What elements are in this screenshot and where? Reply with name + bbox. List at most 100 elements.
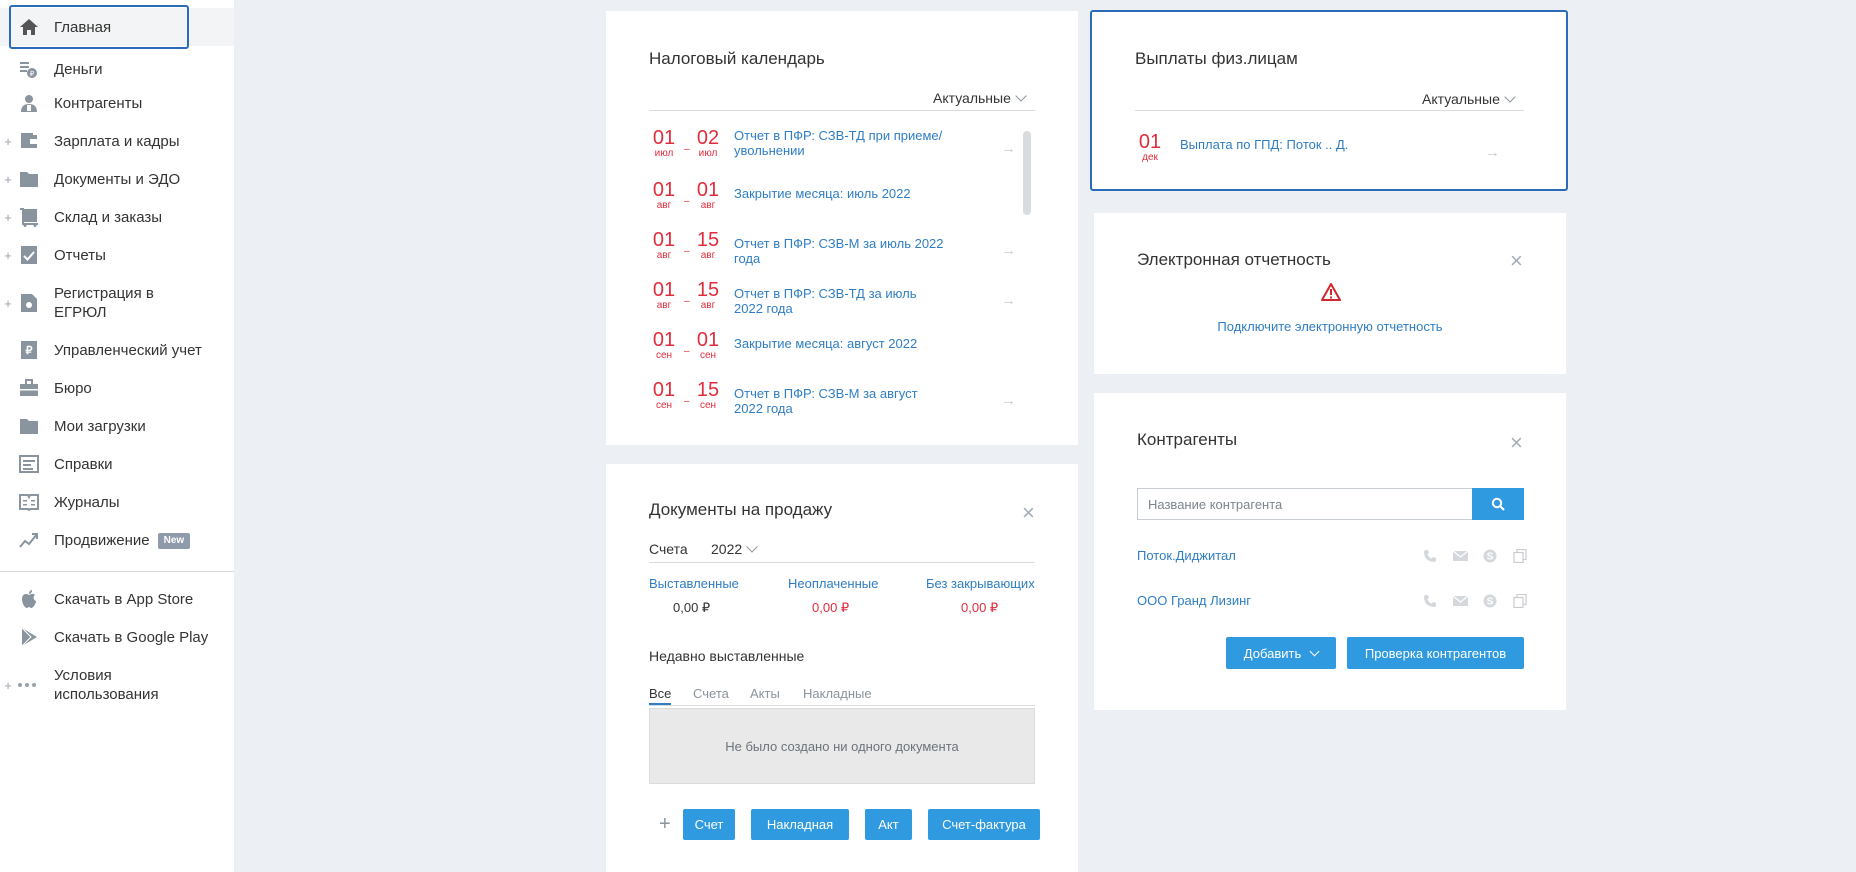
search-button[interactable] [1472,488,1524,520]
add-counterparty-button[interactable]: Добавить [1226,637,1336,669]
arrow-right-icon[interactable]: → [1001,140,1016,157]
sidebar-item-bureau[interactable]: Бюро [0,373,234,403]
expand-icon[interactable]: + [3,248,13,263]
mail-icon[interactable] [1452,548,1468,564]
tax-event-link[interactable]: Отчет в ПФР: СЗВ-ТД при приеме/увольнени… [734,128,944,158]
sidebar-divider [0,571,234,572]
empty-text: Не было создано ни одного документа [725,738,959,754]
connect-e-reporting-link[interactable]: Подключите электронную отчетность [1094,319,1566,334]
tab-invoices[interactable]: Счета [693,686,729,701]
sidebar-item-references[interactable]: Справки [0,449,234,479]
google-play-icon [18,626,40,648]
event-start-date: 01 авг [652,179,676,211]
without-closing-link[interactable]: Без закрывающих [926,576,1035,591]
sidebar-item-label: Продвижение [54,531,150,549]
close-icon[interactable]: × [1510,432,1523,454]
arrow-right-icon[interactable]: → [1001,242,1016,259]
tax-event-link[interactable]: Отчет в ПФР: СЗВ-ТД за июль 2022 года [734,286,944,316]
scrollbar[interactable] [1023,131,1031,215]
copy-icon[interactable] [1512,593,1528,609]
tax-event-link[interactable]: Закрытие месяца: август 2022 [734,336,944,351]
sidebar-item-app-store[interactable]: Скачать в App Store [0,584,234,614]
check-counterparties-button[interactable]: Проверка контрагентов [1347,637,1524,669]
folder-icon [18,168,40,190]
sidebar-item-label: Регистрация в [54,285,154,302]
event-start-date: 01 сен [652,379,676,411]
registration-icon [18,292,40,314]
expand-icon[interactable]: + [3,172,13,187]
mail-icon[interactable] [1452,593,1468,609]
tax-event-row[interactable]: 01 сен –01 сен Закрытие месяца: август 2022 [649,330,1019,380]
expand-icon[interactable]: + [3,296,13,311]
sidebar-item-salary[interactable]: + Зарплата и кадры [0,126,234,156]
payment-link[interactable]: Выплата по ГПД: Поток .. Д. [1180,137,1420,152]
sidebar-item-terms[interactable]: + Условия использования [0,664,234,706]
phone-icon[interactable] [1422,548,1438,564]
actual-filter-dropdown[interactable]: Актуальные [933,90,1027,106]
arrow-right-icon[interactable]: → [1001,392,1016,409]
create-invoice-button[interactable]: Счет [683,809,735,840]
tab-all[interactable]: Все [649,686,672,705]
add-document-icon[interactable]: + [659,813,671,836]
folder-icon [18,415,40,437]
divider [649,562,1035,563]
event-end-date: 15 авг [696,279,720,311]
sidebar-item-documents[interactable]: + Документы и ЭДО [0,164,234,194]
sidebar-item-management[interactable]: ₽ Управленческий учет [0,335,234,365]
sidebar-item-registration[interactable]: + Регистрация в ЕГРЮЛ [0,282,234,324]
sidebar-item-journals[interactable]: Журналы [0,487,234,517]
arrow-right-icon[interactable]: → [1001,292,1016,309]
search-icon [1491,497,1505,511]
counterparty-search-input[interactable] [1137,488,1472,520]
button-label: Добавить [1243,645,1302,661]
sidebar-item-money[interactable]: ₽ Деньги [0,54,234,84]
expand-icon[interactable]: + [3,678,13,693]
new-badge: New [157,532,191,549]
event-end-date: 01 авг [696,179,720,211]
copy-icon[interactable] [1512,548,1528,564]
create-act-button[interactable]: Акт [865,809,912,840]
expand-icon[interactable]: + [3,210,13,225]
tax-event-row[interactable]: 01 авг –15 авг Отчет в ПФР: СЗВ-ТД за июль 2… [649,280,1019,330]
create-waybill-button[interactable]: Накладная [751,809,849,840]
unpaid-link[interactable]: Неоплаченные [788,576,878,591]
tax-event-row[interactable]: 01 авг –01 авг Закрытие месяца: июль 2022 [649,180,1019,230]
skype-icon[interactable]: S [1482,548,1498,564]
sidebar-item-downloads[interactable]: Мои загрузки [0,411,234,441]
counterparty-link[interactable]: Поток.Диджитал [1137,548,1236,563]
issued-link[interactable]: Выставленные [649,576,739,591]
tax-event-link[interactable]: Отчет в ПФР: СЗВ-М за июль 2022 года [734,236,944,266]
sidebar-item-warehouse[interactable]: + Склад и заказы [0,202,234,232]
close-icon[interactable]: × [1022,502,1035,524]
sidebar-item-google-play[interactable]: Скачать в Google Play [0,622,234,652]
counterparty-actions: S [1422,593,1528,609]
event-end-date: 15 авг [696,229,720,261]
actual-filter-dropdown[interactable]: Актуальные [1422,91,1516,107]
event-start-date: 01 сен [652,329,676,361]
tax-event-link[interactable]: Отчет в ПФР: СЗВ-М за август 2022 года [734,386,944,416]
arrow-right-icon[interactable]: → [1485,144,1500,161]
sidebar-item-contractors[interactable]: Контрагенты [0,88,234,118]
close-icon[interactable]: × [1510,250,1523,272]
tab-waybills[interactable]: Накладные [803,686,872,701]
svg-text:₽: ₽ [30,70,35,78]
payment-row[interactable]: 01 дек Выплата по ГПД: Поток .. Д. → [1135,132,1505,182]
year-dropdown[interactable]: 2022 [711,541,758,557]
tab-acts[interactable]: Акты [750,686,780,701]
tax-event-row[interactable]: 01 сен –15 сен Отчет в ПФР: СЗВ-М за август … [649,380,1019,430]
expand-icon[interactable]: + [3,134,13,149]
tax-event-row[interactable]: 01 июл –02 июл Отчет в ПФР: СЗВ-ТД при прием… [649,128,1019,178]
counterparty-actions: S [1422,548,1528,564]
sidebar-item-reports[interactable]: + Отчеты [0,240,234,270]
phone-icon[interactable] [1422,593,1438,609]
payment-date: 01 дек [1138,131,1162,163]
sidebar: Главная ₽ Деньги Контрагенты + Зарплата … [0,0,234,872]
counterparty-link[interactable]: ООО Гранд Лизинг [1137,593,1251,608]
tax-event-row[interactable]: 01 авг –15 авг Отчет в ПФР: СЗВ-М за июль 20… [649,230,1019,280]
filter-label: Актуальные [1422,91,1500,107]
create-factura-button[interactable]: Счет-фактура [928,809,1040,840]
sidebar-item-promotion[interactable]: Продвижение New [0,525,234,555]
tax-event-link[interactable]: Закрытие месяца: июль 2022 [734,186,944,201]
skype-icon[interactable]: S [1482,593,1498,609]
money-icon: ₽ [18,58,40,80]
